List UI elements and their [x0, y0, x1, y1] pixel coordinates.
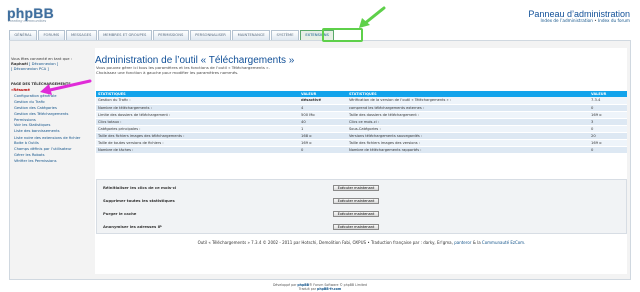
- maintenance-actions: Réinitialiser les clics de ce mois-ci Ex…: [96, 179, 627, 234]
- tab-maintenance[interactable]: MAINTENANCE: [232, 30, 271, 40]
- stat-label: Sous-Catégories :: [347, 125, 589, 133]
- stat-value: 0: [589, 125, 627, 133]
- table-row: Gestion du Trafic : désactivé Vérificati…: [96, 97, 627, 105]
- stat-label: Catégories principales :: [96, 125, 299, 133]
- main-tabs: GÉNÉRAL FORUMS MESSAGES MEMBRES ET GROUP…: [9, 30, 335, 40]
- stat-label: Nombre de téléchargements :: [96, 104, 299, 112]
- stat-label: Versions téléchargements sauvegardés :: [347, 132, 589, 140]
- page-description-line-2: Choisissez une fonction à gauche pour mo…: [96, 69, 239, 75]
- action-label: Anonymiser les adresses IP: [103, 224, 162, 229]
- action-label: Supprimer toutes les statistiques: [103, 198, 175, 203]
- action-row-delete-stats: Supprimer toutes les statistiques Exécut…: [103, 196, 379, 205]
- stat-value: 7.3.4: [589, 97, 627, 105]
- stat-label: Taille des fichiers images des versions …: [347, 139, 589, 147]
- tab-permissions[interactable]: PERMISSIONS: [152, 30, 189, 40]
- stat-label: Taille des fichiers images des télécharg…: [96, 132, 299, 140]
- phpbb-fr-link[interactable]: phpBB-fr.com: [317, 287, 341, 291]
- logo-tagline: creating communities: [8, 19, 47, 23]
- sidebar-item-check-permissions[interactable]: Vérifier les Permissions: [10, 159, 92, 165]
- username[interactable]: Raphaël: [11, 62, 28, 66]
- index-admin-link[interactable]: Index de l’administration: [541, 18, 593, 23]
- table-row: Nombre de téléchargements : 4 comprend l…: [96, 104, 627, 112]
- stat-label: Clics ce mois-ci :: [347, 118, 589, 126]
- anonymize-ip-button[interactable]: Exécuter maintenant: [333, 223, 379, 230]
- stat-label: Clics totaux :: [96, 118, 299, 126]
- sidebar-menu: Résumé Configuration générale Gestion du…: [10, 88, 92, 165]
- stat-label: Taille des dossiers de téléchargement :: [347, 111, 589, 119]
- tab-system[interactable]: SYSTÈME: [271, 30, 299, 40]
- action-label: Purger le cache: [103, 211, 137, 216]
- stat-label: Nombre de téléchargements rapportés :: [347, 146, 589, 154]
- delete-stats-button[interactable]: Exécuter maintenant: [333, 197, 379, 204]
- community-link[interactable]: Communauté EzCom.: [482, 240, 525, 245]
- stat-value: 0: [589, 146, 627, 154]
- tab-members-groups[interactable]: MEMBRES ET GROUPES: [97, 30, 152, 40]
- footer-line2-pre: Traduit par: [298, 287, 317, 291]
- action-label: Réinitialiser les clics de ce mois-ci: [103, 185, 177, 190]
- acp-page: phpBB creating communities Panneau d’adm…: [0, 0, 640, 292]
- action-row-reset-clicks: Réinitialiser les clics de ce mois-ci Ex…: [103, 183, 379, 192]
- index-forum-link[interactable]: Index du forum: [598, 18, 630, 23]
- panel-links: Index de l’administration • Index du for…: [541, 18, 630, 23]
- table-row: Taille de toutes versions de fichiers : …: [96, 139, 627, 147]
- stat-value: 4: [299, 104, 347, 112]
- stat-label: Taille de toutes versions de fichiers :: [96, 139, 299, 147]
- table-row: Nombre de tâches : 0 Nombre de télécharg…: [96, 146, 627, 154]
- page-description: Vous pouvez gérer ici tous les paramètre…: [96, 65, 356, 76]
- footer-line1-pre: Développé par: [272, 283, 297, 287]
- table-row: Limite des dossiers de téléchargement : …: [96, 111, 627, 119]
- action-row-anonymize-ip: Anonymiser les adresses IP Exécuter main…: [103, 222, 379, 231]
- stat-value: 168 o: [299, 132, 347, 140]
- stat-label: Gestion du Trafic :: [96, 97, 299, 105]
- stat-value: 1: [299, 125, 347, 133]
- action-row-purge-cache: Purger le cache Exécuter maintenant: [103, 209, 379, 218]
- stat-value: 169 o: [589, 111, 627, 119]
- stat-value: 500 Mo: [299, 111, 347, 119]
- table-row: Taille des fichiers images des télécharg…: [96, 132, 627, 140]
- stat-value: 169 o: [589, 139, 627, 147]
- stat-value: 40: [299, 118, 347, 126]
- logout-acp-link[interactable]: [ Déconnexion PCA ]: [11, 67, 91, 72]
- purge-cache-button[interactable]: Exécuter maintenant: [333, 210, 379, 217]
- tab-messages[interactable]: MESSAGES: [65, 30, 97, 40]
- table-row: Clics totaux : 40 Clics ce mois-ci : 3: [96, 118, 627, 126]
- logout-link[interactable]: [ Déconnexion ]: [29, 62, 58, 66]
- statistics-table: STATISTIQUES VALEUR STATISTIQUES VALEUR …: [96, 91, 627, 154]
- sidebar-section-title: PAGE DES TÉLÉCHARGEMENTS: [11, 82, 71, 86]
- stat-label: comprend les téléchargements externes :: [347, 104, 589, 112]
- copyright-text: Outil « Téléchargements » 7.3.4 © 2002 -…: [197, 240, 453, 245]
- stat-label: Nombre de tâches :: [96, 146, 299, 154]
- stat-value: 20: [589, 132, 627, 140]
- stat-label: Vérification de la version de l’outil « …: [347, 97, 589, 105]
- stat-value: désactivé: [299, 97, 347, 105]
- copyright-mid: & la: [472, 240, 481, 245]
- table-row: Catégories principales : 1 Sous-Catégori…: [96, 125, 627, 133]
- tab-general[interactable]: GÉNÉRAL: [9, 30, 38, 40]
- green-arrow-icon: [359, 6, 386, 28]
- site-footer: Développé par phpBB® Forum Software © ph…: [0, 283, 640, 291]
- reset-clicks-button[interactable]: Exécuter maintenant: [333, 184, 379, 191]
- extension-copyright: Outil « Téléchargements » 7.3.4 © 2002 -…: [96, 240, 627, 245]
- tab-forums[interactable]: FORUMS: [38, 30, 65, 40]
- extensions-tab-highlight: [322, 28, 363, 42]
- stat-value: 0: [299, 146, 347, 154]
- stat-value: 0: [589, 104, 627, 112]
- stat-value: 3: [589, 118, 627, 126]
- stat-value: 169 o: [299, 139, 347, 147]
- tab-customise[interactable]: PERSONNALISER: [189, 30, 232, 40]
- translator-link[interactable]: panteror: [454, 240, 471, 245]
- login-info: Vous êtes connecté en tant que : Raphaël…: [11, 57, 91, 72]
- stat-label: Limite des dossiers de téléchargement :: [96, 111, 299, 119]
